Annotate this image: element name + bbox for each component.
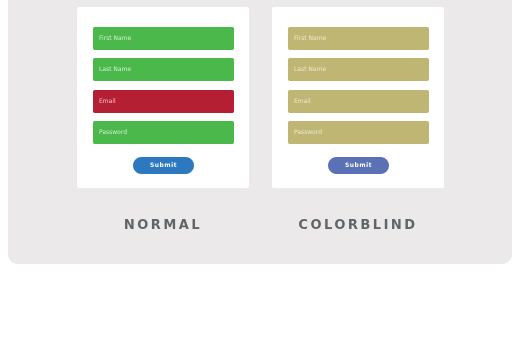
normal-submit-button[interactable]: Submit — [133, 157, 194, 174]
colorblind-form-card: First Name Last Name Email Password Subm… — [272, 7, 444, 188]
colorblind-submit-button[interactable]: Submit — [328, 157, 389, 174]
normal-last-name-input[interactable]: Last Name — [93, 58, 234, 81]
normal-email-input[interactable]: Email — [93, 90, 234, 113]
colorblind-password-input[interactable]: Password — [288, 121, 429, 144]
normal-caption: NORMAL — [123, 218, 203, 233]
colorblind-first-name-input[interactable]: First Name — [288, 27, 429, 50]
colorblind-caption: COLORBLIND — [298, 218, 418, 233]
normal-form-card: First Name Last Name Email Password Subm… — [77, 7, 249, 188]
normal-password-input[interactable]: Password — [93, 121, 234, 144]
normal-first-name-input[interactable]: First Name — [93, 27, 234, 50]
colorblind-last-name-input[interactable]: Last Name — [288, 58, 429, 81]
colorblind-email-input[interactable]: Email — [288, 90, 429, 113]
